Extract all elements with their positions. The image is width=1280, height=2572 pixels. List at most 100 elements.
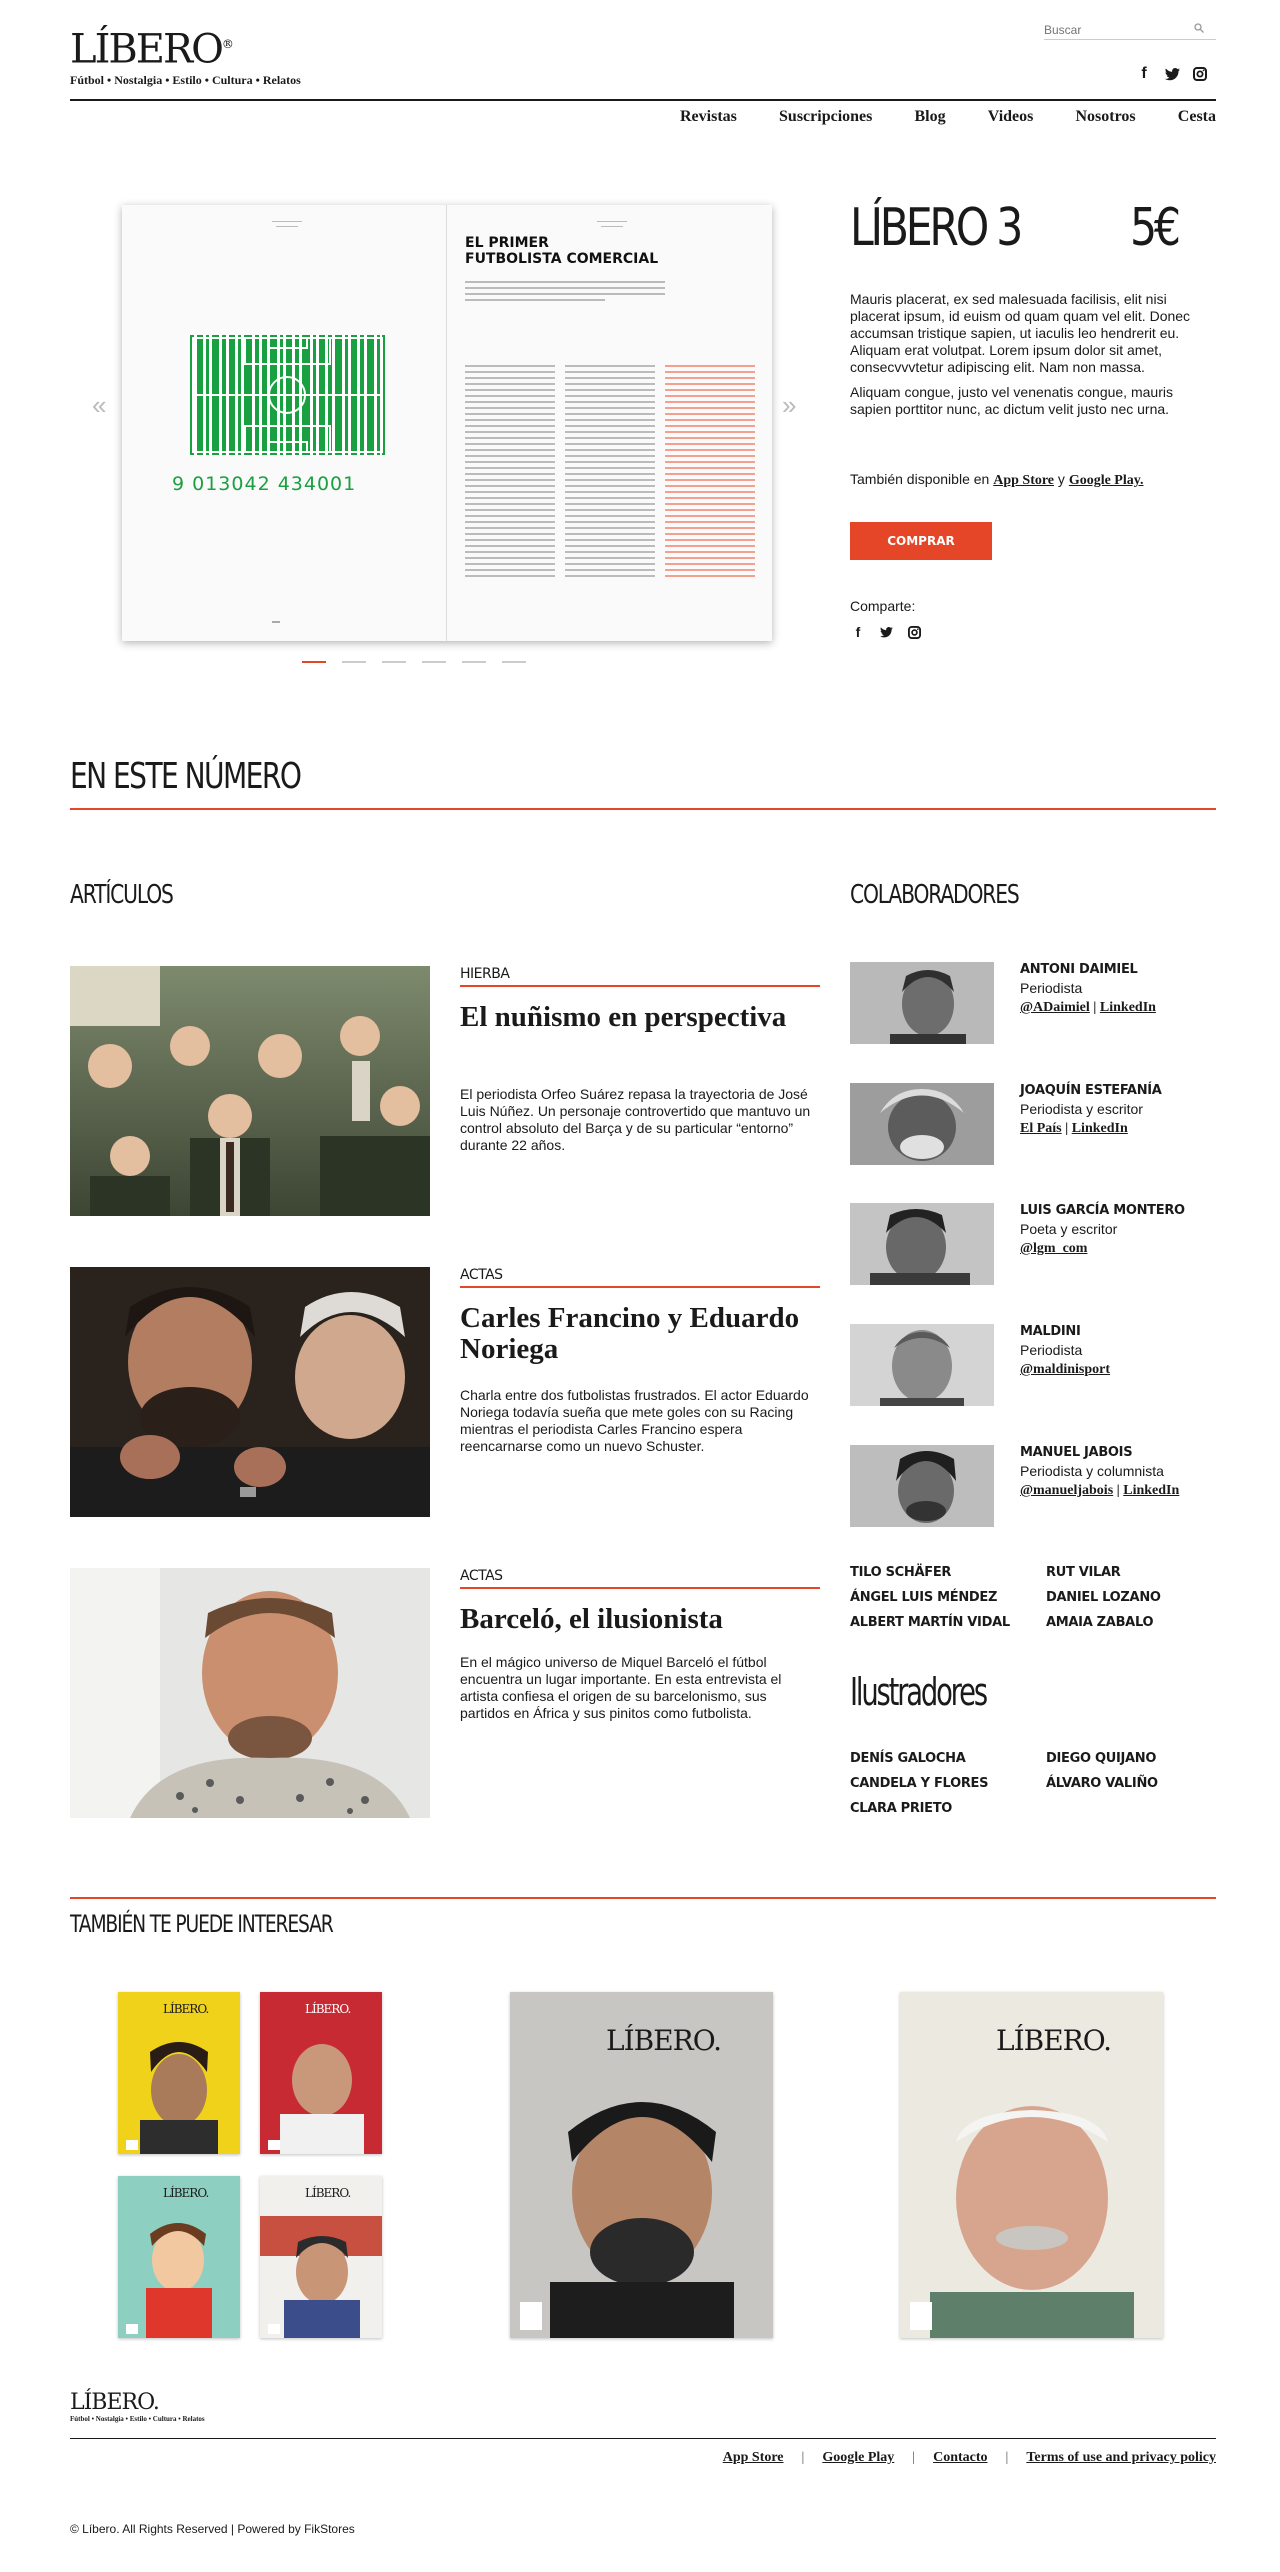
magazine-cover[interactable]: LÍBERO. xyxy=(118,2176,240,2338)
magazine-cover[interactable]: LÍBERO. xyxy=(900,1992,1163,2338)
carousel-dot[interactable] xyxy=(342,661,366,663)
collaborator-photo[interactable] xyxy=(850,1324,994,1406)
article-title[interactable]: Carles Francino y Eduardo Noriega xyxy=(460,1303,820,1365)
footer-google-play-link[interactable]: Google Play xyxy=(822,2450,894,2466)
twitter-icon[interactable] xyxy=(878,624,894,640)
nav-blog[interactable]: Blog xyxy=(914,108,945,126)
collaborator-twitter-link[interactable]: @maldinisport xyxy=(1020,1362,1110,1377)
collaborator-role: Periodista y escritor xyxy=(1020,1101,1143,1117)
instagram-icon[interactable] xyxy=(906,624,922,640)
article-title[interactable]: Barceló, el ilusionista xyxy=(460,1604,820,1635)
search-icon[interactable] xyxy=(1194,23,1204,36)
nav-videos[interactable]: Videos xyxy=(988,108,1034,126)
article-image-portrait[interactable] xyxy=(70,1568,430,1818)
magazine-cover[interactable]: LÍBERO. xyxy=(510,1992,773,2338)
carousel-prev-icon[interactable]: « xyxy=(92,390,106,421)
more-collaborators-col2: RUT VILAR DANIEL LOZANO AMAIA ZABALO xyxy=(1046,1560,1216,1635)
nav-nosotros[interactable]: Nosotros xyxy=(1076,108,1136,126)
carousel-dot[interactable] xyxy=(382,661,406,663)
magazine-cover[interactable]: LÍBERO. xyxy=(260,1992,382,2154)
section-divider xyxy=(70,808,1216,810)
nav-cesta[interactable]: Cesta xyxy=(1178,108,1216,126)
article-title[interactable]: El nuñismo en perspectiva xyxy=(460,1002,820,1033)
collaborator-name: MALDINI xyxy=(1020,1324,1081,1339)
collaborator-photo[interactable] xyxy=(850,1203,994,1285)
illustrator-name[interactable]: CLARA PRIETO xyxy=(850,1796,1040,1821)
illustrator-name[interactable]: ÁLVARO VALIÑO xyxy=(1046,1771,1216,1796)
facebook-icon[interactable]: f xyxy=(1136,65,1152,82)
collaborator-name: JOAQUÍN ESTEFANÍA xyxy=(1020,1083,1162,1098)
product-price: 5€ xyxy=(1130,198,1181,258)
carousel-dot[interactable] xyxy=(302,661,326,663)
google-play-link[interactable]: Google Play. xyxy=(1069,473,1144,488)
product-description: Mauris placerat, ex sed malesuada facili… xyxy=(850,291,1191,417)
carousel-next-icon[interactable]: » xyxy=(782,390,796,421)
carousel-indicators xyxy=(302,661,526,663)
collaborator-role: Poeta y escritor xyxy=(1020,1221,1118,1237)
collaborator-twitter-link[interactable]: @manueljabois xyxy=(1020,1483,1113,1498)
collaborator-links: El País | LinkedIn xyxy=(1020,1121,1128,1136)
magazine-cover[interactable]: LÍBERO. xyxy=(118,1992,240,2154)
magazine-cover[interactable]: LÍBERO. xyxy=(260,2176,382,2338)
footer-logo[interactable]: LÍBERO. Fútbol • Nostalgia • Estilo • Cu… xyxy=(70,2390,205,2423)
article-card[interactable]: ACTAS Barceló, el ilusionista En el mági… xyxy=(70,1568,820,1818)
social-links: f xyxy=(1136,65,1208,82)
article-summary: El periodista Orfeo Suárez repasa la tra… xyxy=(460,1086,811,1153)
collaborator-name[interactable]: AMAIA ZABALO xyxy=(1046,1610,1216,1635)
collaborator-card: MALDINI Periodista @maldinisport xyxy=(850,1324,1216,1406)
collaborator-name: LUIS GARCÍA MONTERO xyxy=(1020,1203,1185,1218)
carousel-dot[interactable] xyxy=(502,661,526,663)
site-logo[interactable]: LÍBERO® Fútbol • Nostalgia • Estilo • Cu… xyxy=(70,22,301,88)
spread-right-page: EL PRIMER FUTBOLISTA COMERCIAL xyxy=(447,205,772,641)
collaborator-linkedin-link[interactable]: LinkedIn xyxy=(1123,1483,1179,1498)
carousel-dot[interactable] xyxy=(422,661,446,663)
footer-terms-link[interactable]: Terms of use and privacy policy xyxy=(1026,2450,1216,2466)
illustrator-name[interactable]: CANDELA Y FLORES xyxy=(850,1771,1040,1796)
illustrator-name[interactable]: DENÍS GALOCHA xyxy=(850,1746,1040,1771)
buy-button[interactable]: COMPRAR xyxy=(850,522,992,560)
collaborator-name[interactable]: TILO SCHÄFER xyxy=(850,1560,1040,1585)
collaborator-twitter-link[interactable]: @ADaimiel xyxy=(1020,1000,1090,1015)
footer-app-store-link[interactable]: App Store xyxy=(723,2450,784,2466)
collaborator-name[interactable]: RUT VILAR xyxy=(1046,1560,1216,1585)
collaborator-name[interactable]: ALBERT MARTÍN VIDAL xyxy=(850,1610,1040,1635)
collaborator-card: LUIS GARCÍA MONTERO Poeta y escritor @lg… xyxy=(850,1203,1216,1285)
collaborator-card: JOAQUÍN ESTEFANÍA Periodista y escritor … xyxy=(850,1083,1216,1165)
facebook-icon[interactable]: f xyxy=(850,624,866,640)
illustrator-name[interactable]: DIEGO QUIJANO xyxy=(1046,1746,1216,1771)
collaborator-role: Periodista xyxy=(1020,980,1083,996)
collaborator-photo[interactable] xyxy=(850,962,994,1044)
collaborator-links: @manueljabois | LinkedIn xyxy=(1020,1483,1180,1498)
article-summary: En el mágico universo de Miquel Barceló … xyxy=(460,1654,782,1721)
app-store-link[interactable]: App Store xyxy=(993,473,1054,488)
collaborator-role: Periodista y columnista xyxy=(1020,1463,1164,1479)
search-box xyxy=(1044,20,1216,40)
article-card[interactable]: HIERBA El nuñismo en perspectiva El peri… xyxy=(70,966,820,1216)
collaborator-site-link[interactable]: El País xyxy=(1020,1121,1062,1136)
instagram-icon[interactable] xyxy=(1192,66,1208,82)
article-card[interactable]: ACTAS Carles Francino y Eduardo Noriega … xyxy=(70,1267,820,1517)
footer-contact-link[interactable]: Contacto xyxy=(933,2450,987,2466)
footer-links: App Store | Google Play | Contacto | Ter… xyxy=(722,2450,1216,2466)
collaborator-links: @maldinisport xyxy=(1020,1362,1110,1378)
article-image-interview[interactable] xyxy=(70,1267,430,1517)
illustrators-col2: DIEGO QUIJANO ÁLVARO VALIÑO xyxy=(1046,1746,1216,1796)
collaborator-name[interactable]: DANIEL LOZANO xyxy=(1046,1585,1216,1610)
carousel-dot[interactable] xyxy=(462,661,486,663)
nav-revistas[interactable]: Revistas xyxy=(680,108,737,126)
collaborator-twitter-link[interactable]: @lgm_com xyxy=(1020,1241,1087,1256)
collaborator-photo[interactable] xyxy=(850,1445,994,1527)
article-image-crowd[interactable] xyxy=(70,966,430,1216)
collaborator-photo[interactable] xyxy=(850,1083,994,1165)
nav-suscripciones[interactable]: Suscripciones xyxy=(779,108,872,126)
collaborator-name[interactable]: ÁNGEL LUIS MÉNDEZ xyxy=(850,1585,1040,1610)
collaborator-linkedin-link[interactable]: LinkedIn xyxy=(1100,1000,1156,1015)
collaborator-links: @ADaimiel | LinkedIn xyxy=(1020,1000,1156,1015)
article-summary: Charla entre dos futbolistas frustrados.… xyxy=(460,1387,809,1454)
search-input[interactable] xyxy=(1044,22,1194,37)
illustrators-col1: DENÍS GALOCHA CANDELA Y FLORES CLARA PRI… xyxy=(850,1746,1040,1821)
logo-tagline: Fútbol • Nostalgia • Estilo • Cultura • … xyxy=(70,73,301,88)
collaborator-linkedin-link[interactable]: LinkedIn xyxy=(1072,1121,1128,1136)
collaborators-heading: COLABORADORES xyxy=(850,880,1020,910)
twitter-icon[interactable] xyxy=(1164,66,1180,82)
